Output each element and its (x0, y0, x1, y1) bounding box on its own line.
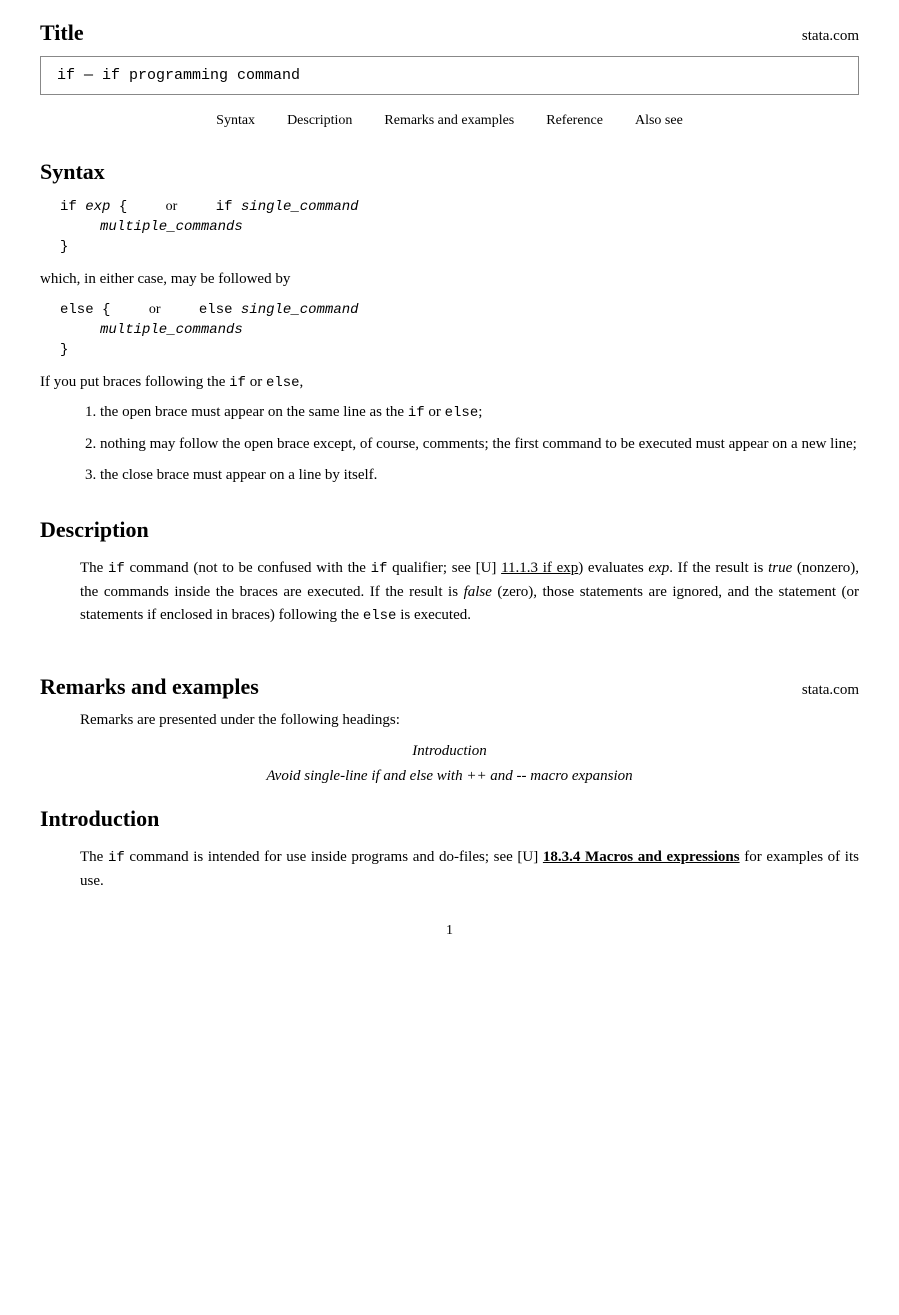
page-title: Title (40, 20, 84, 46)
desc-exp: exp (648, 560, 669, 576)
description-section: Description The if command (not to be co… (40, 517, 859, 628)
syntax-else1: else { (60, 302, 110, 318)
desc-false: false (464, 584, 492, 600)
syntax-section: Syntax if exp { or if single_command mul… (40, 159, 859, 487)
syntax-if2: if single_command (216, 199, 359, 215)
syntax-close1: } (40, 239, 859, 255)
remarks-link-intro[interactable]: Introduction (40, 739, 859, 765)
desc-if2: if (371, 561, 388, 577)
desc-if1: if (108, 561, 125, 577)
remarks-links: Introduction Avoid single-line if and el… (40, 739, 859, 790)
command-box: if — if programming command (40, 56, 859, 95)
nav-tabs: Syntax Description Remarks and examples … (40, 113, 859, 129)
list1-if: if (408, 405, 425, 421)
tab-remarks[interactable]: Remarks and examples (384, 113, 514, 129)
introduction-heading: Introduction (40, 806, 859, 832)
tab-also-see[interactable]: Also see (635, 113, 683, 129)
remarks-link-avoid[interactable]: Avoid single-line if and else with ++ an… (40, 764, 859, 790)
syntax-heading: Syntax (40, 159, 859, 185)
syntax-multiple2: multiple_commands (40, 322, 859, 338)
remarks-heading: Remarks and examples (40, 674, 259, 700)
introduction-paragraph: The if command is intended for use insid… (40, 846, 859, 893)
syntax-line1: if exp { or if single_command (40, 199, 859, 215)
page: Title stata.com if — if programming comm… (0, 0, 899, 1315)
syntax-close2: } (40, 342, 859, 358)
tab-description[interactable]: Description (287, 113, 352, 129)
tab-reference[interactable]: Reference (546, 113, 603, 129)
list-item-2: nothing may follow the open brace except… (100, 433, 859, 456)
syntax-or2: or (149, 302, 161, 317)
brace-if-code: if (229, 375, 246, 391)
intro-if: if (108, 850, 125, 866)
page-number: 1 (446, 923, 453, 938)
command-box-text: if — if programming command (57, 67, 300, 84)
syntax-or1: or (166, 199, 178, 214)
remarks-header-row: Remarks and examples stata.com (40, 664, 859, 700)
else-line1: else { or else single_command (40, 302, 859, 318)
brace-rules-list: the open brace must appear on the same l… (100, 401, 859, 487)
list-item-3: the close brace must appear on a line by… (100, 464, 859, 487)
description-paragraph: The if command (not to be confused with … (40, 557, 859, 628)
desc-else: else (363, 608, 397, 624)
brace-else-code: else (266, 375, 300, 391)
introduction-section: Introduction The if command is intended … (40, 806, 859, 893)
tab-syntax[interactable]: Syntax (216, 113, 255, 129)
desc-true: true (768, 560, 792, 576)
which-text: which, in either case, may be followed b… (40, 271, 859, 288)
intro-link[interactable]: 18.3.4 Macros and expressions (543, 849, 740, 865)
description-heading: Description (40, 517, 859, 543)
page-footer: 1 (40, 923, 859, 939)
brace-intro-line: If you put braces following the if or el… (40, 374, 859, 391)
list1-else: else (445, 405, 479, 421)
list-item-1: the open brace must appear on the same l… (100, 401, 859, 425)
remarks-section: Remarks and examples stata.com Remarks a… (40, 664, 859, 790)
remarks-stata-com: stata.com (802, 682, 859, 699)
syntax-else2: else single_command (199, 302, 359, 318)
remarks-intro: Remarks are presented under the followin… (40, 712, 859, 729)
syntax-multiple1: multiple_commands (40, 219, 859, 235)
desc-link1[interactable]: 11.1.3 if exp (501, 560, 578, 576)
syntax-if1: if exp { (60, 199, 127, 215)
page-header: Title stata.com (40, 20, 859, 46)
header-stata-com: stata.com (802, 28, 859, 45)
